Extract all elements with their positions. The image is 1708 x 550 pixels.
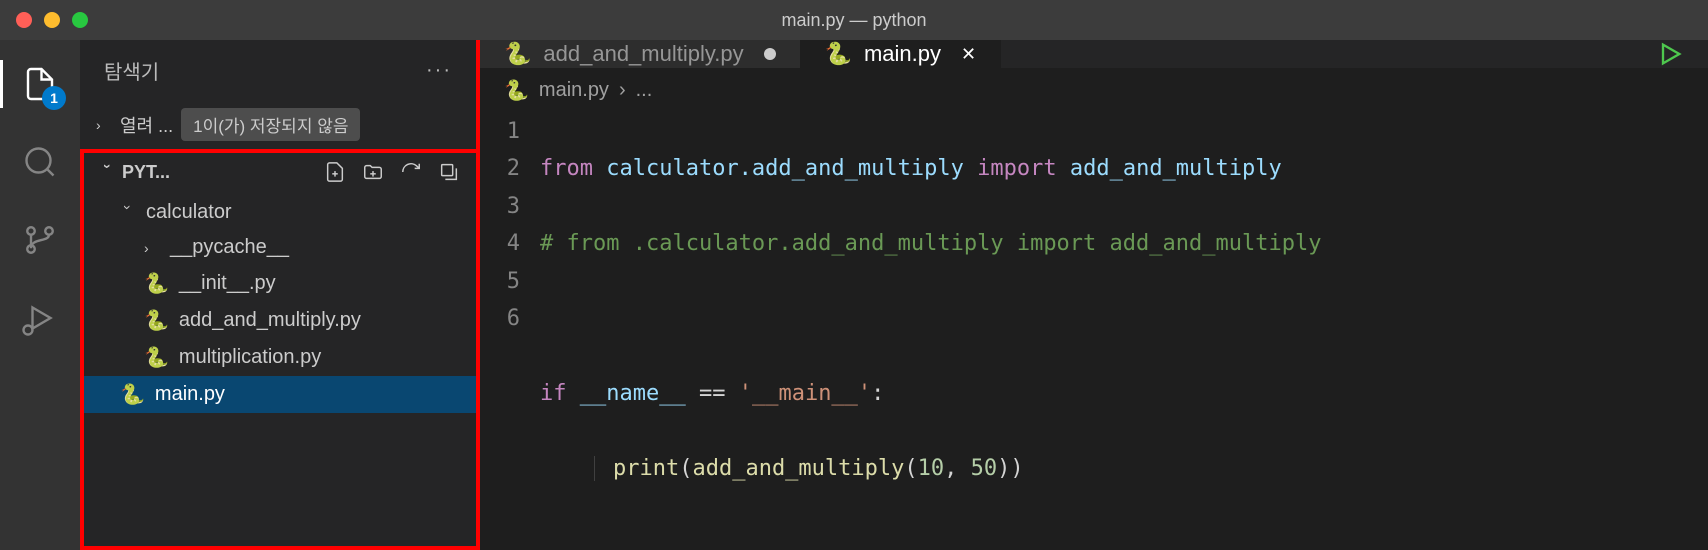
tree-item-label: main.py <box>155 383 225 406</box>
new-file-icon[interactable] <box>324 161 346 183</box>
tree-item-label: __init__.py <box>179 272 276 295</box>
code-token: # from .calculator.add_and_multiply impo… <box>540 231 1321 256</box>
line-number: 1 <box>480 113 520 150</box>
breadcrumb[interactable]: 🐍 main.py › ... <box>480 68 1708 113</box>
run-button[interactable] <box>1632 40 1708 68</box>
sidebar-title: 탐색기 <box>104 56 159 85</box>
tree-folder-pycache[interactable]: › __pycache__ <box>84 230 476 265</box>
chevron-right-icon: › <box>96 117 112 133</box>
code-token: 10 <box>918 456 945 481</box>
sidebar-header: 탐색기 ··· <box>80 40 476 100</box>
python-icon: 🐍 <box>144 345 169 370</box>
source-control-activity[interactable] <box>16 216 64 264</box>
line-number: 6 <box>480 300 520 337</box>
project-header[interactable]: › PYT... <box>84 153 476 191</box>
tabs-row: 🐍 add_and_multiply.py 🐍 main.py ✕ <box>480 40 1708 68</box>
code-token: __name__ <box>580 381 686 406</box>
maximize-window-button[interactable] <box>72 12 88 28</box>
dirty-indicator-icon <box>764 48 776 60</box>
new-folder-icon[interactable] <box>362 161 384 183</box>
tree-item-label: multiplication.py <box>179 346 321 369</box>
breadcrumb-rest: ... <box>636 79 653 102</box>
line-number: 3 <box>480 188 520 225</box>
tree-item-label: add_and_multiply.py <box>179 309 361 332</box>
code-editor[interactable]: 1 2 3 4 5 6 from calculator.add_and_mult… <box>480 113 1708 550</box>
code-token: : <box>871 381 884 406</box>
code-content[interactable]: from calculator.add_and_multiply import … <box>540 113 1708 550</box>
explorer-sidebar: 탐색기 ··· › 열려 ... 1이(가) 저장되지 않음 › PYT... <box>80 40 480 550</box>
close-window-button[interactable] <box>16 12 32 28</box>
code-token: import <box>977 156 1056 181</box>
python-icon: 🐍 <box>144 271 169 296</box>
chevron-down-icon: › <box>100 164 116 180</box>
code-token: from <box>540 156 593 181</box>
tab-add-and-multiply[interactable]: 🐍 add_and_multiply.py <box>480 40 801 68</box>
tree-file-init[interactable]: 🐍 __init__.py <box>84 265 476 302</box>
code-token: add_and_multiply <box>692 456 904 481</box>
line-number: 4 <box>480 225 520 262</box>
open-editors-label: 열려 ... <box>120 112 173 138</box>
refresh-icon[interactable] <box>400 161 422 183</box>
tree-file-multiplication[interactable]: 🐍 multiplication.py <box>84 339 476 376</box>
tree-file-main[interactable]: 🐍 main.py <box>84 376 476 413</box>
tree-item-label: __pycache__ <box>170 236 289 259</box>
minimize-window-button[interactable] <box>44 12 60 28</box>
editor-area: 🐍 add_and_multiply.py 🐍 main.py ✕ 🐍 main… <box>480 40 1708 550</box>
line-number: 5 <box>480 263 520 300</box>
activity-bar: 1 <box>0 40 80 550</box>
python-icon: 🐍 <box>825 41 852 67</box>
explorer-activity[interactable]: 1 <box>16 60 64 108</box>
tree-item-label: calculator <box>146 201 232 224</box>
line-gutter: 1 2 3 4 5 6 <box>480 113 540 550</box>
project-tree-section: › PYT... › calculator › __pycache__ <box>80 149 476 550</box>
explorer-badge: 1 <box>42 86 66 110</box>
chevron-right-icon: › <box>619 79 626 102</box>
play-icon <box>1656 40 1684 68</box>
tab-label: main.py <box>864 41 941 67</box>
search-activity[interactable] <box>16 138 64 186</box>
collapse-all-icon[interactable] <box>438 161 460 183</box>
python-icon: 🐍 <box>504 41 531 67</box>
window-title: main.py — python <box>781 10 926 31</box>
chevron-right-icon: › <box>144 240 160 256</box>
breadcrumb-file: main.py <box>539 79 609 102</box>
python-icon: 🐍 <box>504 78 529 103</box>
titlebar: main.py — python <box>0 0 1708 40</box>
tree-folder-calculator[interactable]: › calculator <box>84 195 476 230</box>
debug-activity[interactable] <box>16 294 64 342</box>
sidebar-more-icon[interactable]: ··· <box>426 59 452 82</box>
tree-file-add-multiply[interactable]: 🐍 add_and_multiply.py <box>84 302 476 339</box>
line-number: 2 <box>480 150 520 187</box>
git-branch-icon <box>22 222 58 258</box>
debug-icon <box>22 300 58 336</box>
code-token: if <box>540 381 567 406</box>
python-icon: 🐍 <box>120 382 145 407</box>
tab-label: add_and_multiply.py <box>543 41 743 67</box>
code-token: print <box>613 456 679 481</box>
python-icon: 🐍 <box>144 308 169 333</box>
code-token: 50 <box>971 456 998 481</box>
search-icon <box>22 144 58 180</box>
close-tab-icon[interactable]: ✕ <box>961 44 976 65</box>
code-token: add_and_multiply <box>1070 156 1282 181</box>
code-token: calculator.add_and_multiply <box>606 156 964 181</box>
code-token: '__main__' <box>739 381 871 406</box>
project-actions <box>324 161 460 183</box>
tab-main[interactable]: 🐍 main.py ✕ <box>801 40 1002 68</box>
file-tree: › calculator › __pycache__ 🐍 __init__.py… <box>84 191 476 417</box>
project-name: PYT... <box>122 162 170 183</box>
open-editors-section[interactable]: › 열려 ... 1이(가) 저장되지 않음 <box>80 100 476 149</box>
code-token: == <box>699 381 726 406</box>
chevron-down-icon: › <box>120 205 136 221</box>
unsaved-badge: 1이(가) 저장되지 않음 <box>181 108 360 141</box>
window-controls <box>16 12 88 28</box>
